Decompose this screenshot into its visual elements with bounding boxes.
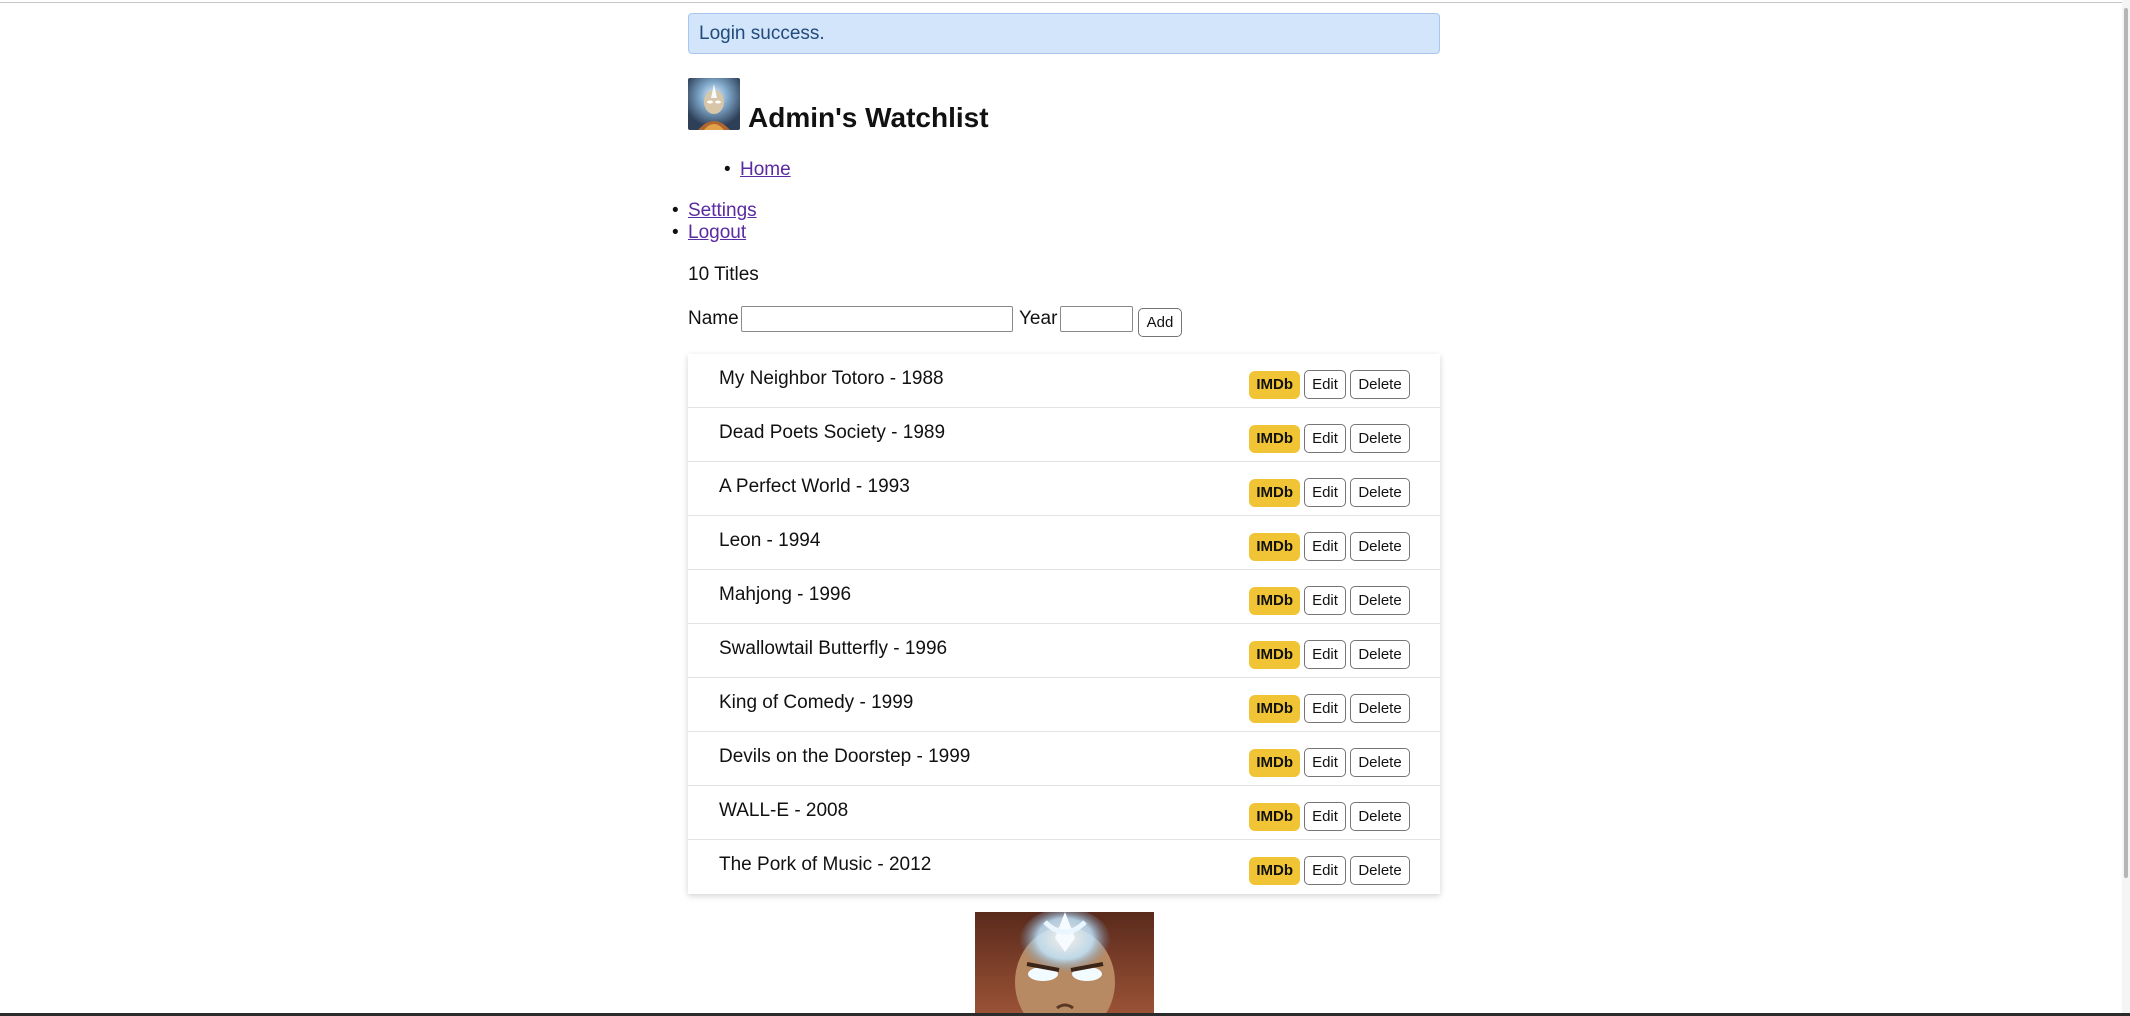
movie-list: My Neighbor Totoro - 1988 IMDb Edit Delete D… <box>688 354 1440 894</box>
edit-button[interactable]: Edit <box>1304 532 1346 561</box>
delete-button[interactable]: Delete <box>1350 532 1410 561</box>
delete-button[interactable]: Delete <box>1350 586 1410 615</box>
movie-title: The Pork of Music - 2012 <box>719 854 932 875</box>
page-title: Admin's Watchlist <box>748 102 989 133</box>
bullet-icon: • <box>724 159 731 180</box>
movie-row: Leon - 1994 IMDb Edit Delete <box>688 516 1440 570</box>
edit-button[interactable]: Edit <box>1304 802 1346 831</box>
delete-button[interactable]: Delete <box>1350 694 1410 723</box>
movie-row: Devils on the Doorstep - 1999 IMDb Edit Del… <box>688 732 1440 786</box>
title-count: 10 Titles <box>688 264 759 285</box>
year-input[interactable] <box>1060 306 1133 332</box>
bullet-icon: • <box>672 200 679 221</box>
add-button[interactable]: Add <box>1138 308 1182 337</box>
delete-button[interactable]: Delete <box>1350 802 1410 831</box>
edit-button[interactable]: Edit <box>1304 370 1346 399</box>
scrollbar-thumb[interactable] <box>2124 8 2128 878</box>
name-label: Name <box>688 308 739 329</box>
home-link[interactable]: Home <box>740 159 791 180</box>
avatar-icon <box>688 78 740 130</box>
edit-button[interactable]: Edit <box>1304 856 1346 885</box>
movie-actions: IMDb Edit Delete <box>1249 748 1410 777</box>
imdb-link[interactable]: IMDb <box>1249 532 1300 561</box>
movie-row: My Neighbor Totoro - 1988 IMDb Edit Delete <box>688 354 1440 408</box>
movie-row: King of Comedy - 1999 IMDb Edit Delete <box>688 678 1440 732</box>
movie-row: WALL-E - 2008 IMDb Edit Delete <box>688 786 1440 840</box>
movie-title: A Perfect World - 1993 <box>719 476 910 497</box>
movie-title: WALL-E - 2008 <box>719 800 849 821</box>
movie-title: Devils on the Doorstep - 1999 <box>719 746 971 767</box>
movie-row: The Pork of Music - 2012 IMDb Edit Delete <box>688 840 1440 894</box>
movie-actions: IMDb Edit Delete <box>1249 694 1410 723</box>
movie-title: Dead Poets Society - 1989 <box>719 422 946 443</box>
delete-button[interactable]: Delete <box>1350 478 1410 507</box>
movie-title: Leon - 1994 <box>719 530 821 551</box>
logout-link[interactable]: Logout <box>688 222 746 243</box>
movie-row: A Perfect World - 1993 IMDb Edit Delete <box>688 462 1440 516</box>
bullet-icon: • <box>672 222 679 243</box>
edit-button[interactable]: Edit <box>1304 694 1346 723</box>
imdb-link[interactable]: IMDb <box>1249 478 1300 507</box>
nav-item-settings: • Settings <box>672 200 757 222</box>
movie-actions: IMDb Edit Delete <box>1249 424 1410 453</box>
movie-row: Swallowtail Butterfly - 1996 IMDb Edit Dele… <box>688 624 1440 678</box>
delete-button[interactable]: Delete <box>1350 370 1410 399</box>
movie-actions: IMDb Edit Delete <box>1249 640 1410 669</box>
nav-item-logout: • Logout <box>672 222 757 244</box>
edit-button[interactable]: Edit <box>1304 424 1346 453</box>
movie-actions: IMDb Edit Delete <box>1249 856 1410 885</box>
imdb-link[interactable]: IMDb <box>1249 694 1300 723</box>
movie-actions: IMDb Edit Delete <box>1249 802 1410 831</box>
imdb-link[interactable]: IMDb <box>1249 424 1300 453</box>
flash-message: Login success. <box>688 13 1440 54</box>
imdb-link[interactable]: IMDb <box>1249 640 1300 669</box>
add-movie-form: Name Year Add <box>688 306 1288 337</box>
edit-button[interactable]: Edit <box>1304 748 1346 777</box>
edit-button[interactable]: Edit <box>1304 640 1346 669</box>
movie-row: Mahjong - 1996 IMDb Edit Delete <box>688 570 1440 624</box>
scrollbar[interactable] <box>2122 0 2130 1013</box>
movie-actions: IMDb Edit Delete <box>1249 586 1410 615</box>
movie-title: Swallowtail Butterfly - 1996 <box>719 638 948 659</box>
name-input[interactable] <box>741 306 1013 332</box>
nav-item-home: • Home <box>724 159 791 181</box>
movie-actions: IMDb Edit Delete <box>1249 478 1410 507</box>
delete-button[interactable]: Delete <box>1350 424 1410 453</box>
year-label: Year <box>1019 308 1058 329</box>
delete-button[interactable]: Delete <box>1350 748 1410 777</box>
window-top-border <box>0 2 2130 3</box>
imdb-link[interactable]: IMDb <box>1249 370 1300 399</box>
delete-button[interactable]: Delete <box>1350 856 1410 885</box>
edit-button[interactable]: Edit <box>1304 586 1346 615</box>
delete-button[interactable]: Delete <box>1350 640 1410 669</box>
movie-title: Mahjong - 1996 <box>719 584 852 605</box>
movie-title: My Neighbor Totoro - 1988 <box>719 368 944 389</box>
edit-button[interactable]: Edit <box>1304 478 1346 507</box>
primary-nav: • Home <box>724 159 791 181</box>
avatar-character-icon <box>975 912 1154 1013</box>
imdb-link[interactable]: IMDb <box>1249 802 1300 831</box>
movie-title: King of Comedy - 1999 <box>719 692 914 713</box>
imdb-link[interactable]: IMDb <box>1249 748 1300 777</box>
movie-row: Dead Poets Society - 1989 IMDb Edit Delete <box>688 408 1440 462</box>
account-nav: • Settings • Logout <box>672 200 757 244</box>
settings-link[interactable]: Settings <box>688 200 757 221</box>
imdb-link[interactable]: IMDb <box>1249 856 1300 885</box>
movie-actions: IMDb Edit Delete <box>1249 370 1410 399</box>
imdb-link[interactable]: IMDb <box>1249 586 1300 615</box>
movie-actions: IMDb Edit Delete <box>1249 532 1410 561</box>
